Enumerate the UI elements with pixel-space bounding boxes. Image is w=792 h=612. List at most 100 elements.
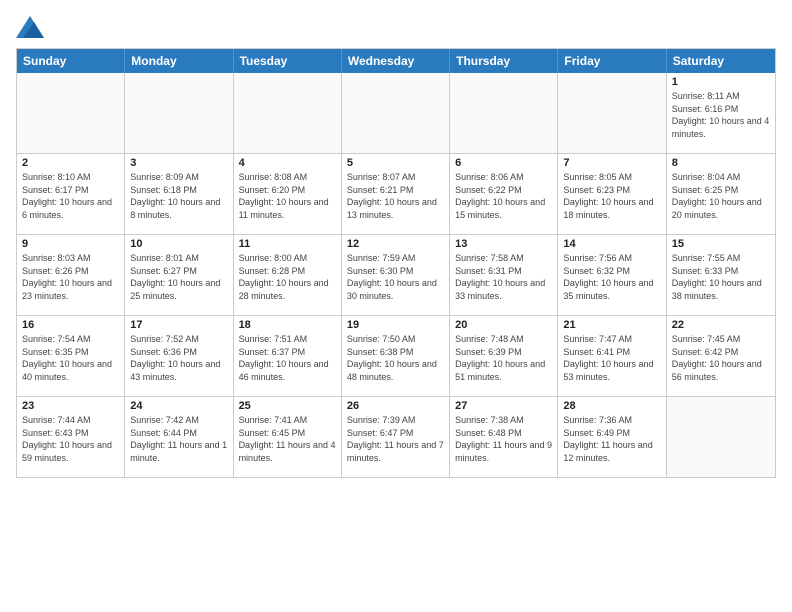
calendar-cell: 15 Sunrise: 7:55 AM Sunset: 6:33 PM Dayli… [667,235,775,315]
calendar-cell: 12 Sunrise: 7:59 AM Sunset: 6:30 PM Dayli… [342,235,450,315]
day-info: Sunrise: 8:03 AM Sunset: 6:26 PM Dayligh… [22,252,119,302]
calendar-cell: 18 Sunrise: 7:51 AM Sunset: 6:37 PM Dayli… [234,316,342,396]
header-day-friday: Friday [558,49,666,73]
day-info: Sunrise: 8:11 AM Sunset: 6:16 PM Dayligh… [672,90,770,140]
day-number: 9 [22,238,119,250]
day-number: 13 [455,238,552,250]
day-info: Sunrise: 8:06 AM Sunset: 6:22 PM Dayligh… [455,171,552,221]
header-day-monday: Monday [125,49,233,73]
calendar-cell: 1 Sunrise: 8:11 AM Sunset: 6:16 PM Daylig… [667,73,775,153]
calendar-cell: 8Sunrise: 8:04 AM Sunset: 6:25 PM Daylig… [667,154,775,234]
calendar-cell: 16 Sunrise: 7:54 AM Sunset: 6:35 PM Dayli… [17,316,125,396]
day-info: Sunrise: 7:58 AM Sunset: 6:31 PM Dayligh… [455,252,552,302]
calendar-cell [125,73,233,153]
day-info: Sunrise: 7:36 AM Sunset: 6:49 PM Dayligh… [563,414,660,464]
calendar-cell: 10Sunrise: 8:01 AM Sunset: 6:27 PM Dayli… [125,235,233,315]
header-day-sunday: Sunday [17,49,125,73]
day-info: Sunrise: 8:08 AM Sunset: 6:20 PM Dayligh… [239,171,336,221]
calendar-cell: 23 Sunrise: 7:44 AM Sunset: 6:43 PM Dayli… [17,397,125,477]
calendar-cell: 14 Sunrise: 7:56 AM Sunset: 6:32 PM Dayli… [558,235,666,315]
calendar-header-row: SundayMondayTuesdayWednesdayThursdayFrid… [17,49,775,73]
calendar-body: 1 Sunrise: 8:11 AM Sunset: 6:16 PM Daylig… [17,73,775,477]
day-info: Sunrise: 7:44 AM Sunset: 6:43 PM Dayligh… [22,414,119,464]
day-number: 28 [563,400,660,412]
calendar-week-4: 16 Sunrise: 7:54 AM Sunset: 6:35 PM Dayli… [17,316,775,397]
day-number: 8 [672,157,770,169]
calendar-cell: 19 Sunrise: 7:50 AM Sunset: 6:38 PM Dayli… [342,316,450,396]
header-day-saturday: Saturday [667,49,775,73]
calendar-cell: 9 Sunrise: 8:03 AM Sunset: 6:26 PM Daylig… [17,235,125,315]
calendar-week-2: 2 Sunrise: 8:10 AM Sunset: 6:17 PM Daylig… [17,154,775,235]
day-info: Sunrise: 8:00 AM Sunset: 6:28 PM Dayligh… [239,252,336,302]
day-info: Sunrise: 7:50 AM Sunset: 6:38 PM Dayligh… [347,333,444,383]
day-number: 15 [672,238,770,250]
day-number: 19 [347,319,444,331]
day-number: 22 [672,319,770,331]
calendar-cell: 20 Sunrise: 7:48 AM Sunset: 6:39 PM Dayli… [450,316,558,396]
header-day-wednesday: Wednesday [342,49,450,73]
day-info: Sunrise: 7:45 AM Sunset: 6:42 PM Dayligh… [672,333,770,383]
logo [16,16,48,38]
calendar-week-5: 23 Sunrise: 7:44 AM Sunset: 6:43 PM Dayli… [17,397,775,477]
calendar-cell: 4 Sunrise: 8:08 AM Sunset: 6:20 PM Daylig… [234,154,342,234]
calendar-cell [667,397,775,477]
day-info: Sunrise: 7:59 AM Sunset: 6:30 PM Dayligh… [347,252,444,302]
day-info: Sunrise: 7:55 AM Sunset: 6:33 PM Dayligh… [672,252,770,302]
day-number: 3 [130,157,227,169]
day-number: 2 [22,157,119,169]
calendar-cell [342,73,450,153]
calendar-cell [17,73,125,153]
day-info: Sunrise: 7:39 AM Sunset: 6:47 PM Dayligh… [347,414,444,464]
day-number: 23 [22,400,119,412]
calendar-cell [558,73,666,153]
day-number: 16 [22,319,119,331]
calendar-cell: 28 Sunrise: 7:36 AM Sunset: 6:49 PM Dayli… [558,397,666,477]
calendar-cell: 22 Sunrise: 7:45 AM Sunset: 6:42 PM Dayli… [667,316,775,396]
day-number: 14 [563,238,660,250]
header-day-tuesday: Tuesday [234,49,342,73]
day-number: 27 [455,400,552,412]
day-number: 6 [455,157,552,169]
calendar-week-1: 1 Sunrise: 8:11 AM Sunset: 6:16 PM Daylig… [17,73,775,154]
day-number: 12 [347,238,444,250]
calendar-cell: 2 Sunrise: 8:10 AM Sunset: 6:17 PM Daylig… [17,154,125,234]
page: SundayMondayTuesdayWednesdayThursdayFrid… [0,0,792,612]
calendar-outer: SundayMondayTuesdayWednesdayThursdayFrid… [16,48,776,478]
day-number: 7 [563,157,660,169]
day-info: Sunrise: 8:10 AM Sunset: 6:17 PM Dayligh… [22,171,119,221]
day-info: Sunrise: 7:56 AM Sunset: 6:32 PM Dayligh… [563,252,660,302]
logo-icon [16,16,44,38]
day-info: Sunrise: 8:09 AM Sunset: 6:18 PM Dayligh… [130,171,227,221]
header-day-thursday: Thursday [450,49,558,73]
calendar-cell: 27 Sunrise: 7:38 AM Sunset: 6:48 PM Dayli… [450,397,558,477]
calendar-cell: 3 Sunrise: 8:09 AM Sunset: 6:18 PM Daylig… [125,154,233,234]
calendar-cell: 11 Sunrise: 8:00 AM Sunset: 6:28 PM Dayli… [234,235,342,315]
day-number: 11 [239,238,336,250]
calendar-cell: 7 Sunrise: 8:05 AM Sunset: 6:23 PM Daylig… [558,154,666,234]
day-info: Sunrise: 8:07 AM Sunset: 6:21 PM Dayligh… [347,171,444,221]
day-info: Sunrise: 7:51 AM Sunset: 6:37 PM Dayligh… [239,333,336,383]
day-number: 4 [239,157,336,169]
day-number: 25 [239,400,336,412]
day-number: 1 [672,76,770,88]
calendar-cell: 25 Sunrise: 7:41 AM Sunset: 6:45 PM Dayli… [234,397,342,477]
day-number: 18 [239,319,336,331]
calendar-cell: 5Sunrise: 8:07 AM Sunset: 6:21 PM Daylig… [342,154,450,234]
calendar-cell: 17 Sunrise: 7:52 AM Sunset: 6:36 PM Dayli… [125,316,233,396]
day-number: 20 [455,319,552,331]
calendar-cell: 24 Sunrise: 7:42 AM Sunset: 6:44 PM Dayli… [125,397,233,477]
day-number: 24 [130,400,227,412]
calendar-cell: 6 Sunrise: 8:06 AM Sunset: 6:22 PM Daylig… [450,154,558,234]
day-info: Sunrise: 7:52 AM Sunset: 6:36 PM Dayligh… [130,333,227,383]
day-info: Sunrise: 7:48 AM Sunset: 6:39 PM Dayligh… [455,333,552,383]
day-info: Sunrise: 7:41 AM Sunset: 6:45 PM Dayligh… [239,414,336,464]
day-info: Sunrise: 7:38 AM Sunset: 6:48 PM Dayligh… [455,414,552,464]
day-number: 26 [347,400,444,412]
day-number: 21 [563,319,660,331]
day-number: 17 [130,319,227,331]
day-info: Sunrise: 8:05 AM Sunset: 6:23 PM Dayligh… [563,171,660,221]
day-info: Sunrise: 7:42 AM Sunset: 6:44 PM Dayligh… [130,414,227,464]
day-info: Sunrise: 7:54 AM Sunset: 6:35 PM Dayligh… [22,333,119,383]
calendar-cell: 21Sunrise: 7:47 AM Sunset: 6:41 PM Dayli… [558,316,666,396]
calendar-week-3: 9 Sunrise: 8:03 AM Sunset: 6:26 PM Daylig… [17,235,775,316]
